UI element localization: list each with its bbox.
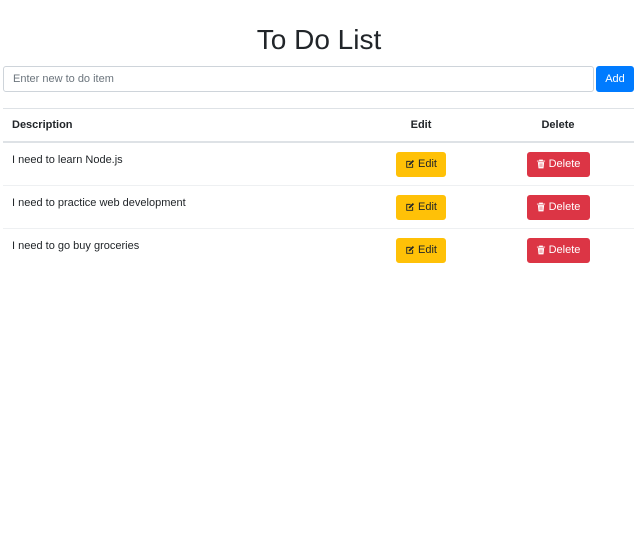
todo-description: I need to learn Node.js: [12, 154, 123, 166]
trash-icon: [536, 245, 546, 255]
edit-label: Edit: [418, 201, 437, 213]
header-delete: Delete: [541, 119, 575, 131]
table-header: Description Edit Delete: [3, 109, 634, 143]
delete-label: Delete: [548, 201, 581, 213]
todo-page: To Do List Add Description Edit Delete I…: [0, 0, 638, 537]
pencil-square-icon: [405, 159, 415, 169]
todo-table: Description Edit Delete I need to learn …: [3, 108, 634, 271]
todo-description: I need to practice web development: [12, 197, 186, 209]
trash-icon: [536, 202, 546, 212]
edit-label: Edit: [418, 158, 437, 170]
add-button[interactable]: Add: [596, 66, 634, 92]
delete-label: Delete: [548, 244, 581, 256]
table-row: I need to learn Node.js Edit Delete: [3, 143, 634, 186]
page-title: To Do List: [256, 24, 382, 55]
edit-button[interactable]: Edit: [396, 151, 446, 177]
edit-label: Edit: [418, 244, 437, 256]
trash-icon: [536, 159, 546, 169]
delete-button[interactable]: Delete: [526, 194, 590, 220]
pencil-square-icon: [405, 245, 415, 255]
todo-description: I need to go buy groceries: [12, 240, 140, 252]
table-row: I need to go buy groceries Edit Delete: [3, 229, 634, 271]
header-description: Description: [12, 119, 73, 131]
delete-button[interactable]: Delete: [526, 151, 590, 177]
delete-button[interactable]: Delete: [526, 237, 590, 263]
pencil-square-icon: [405, 202, 415, 212]
add-item-form: Add: [3, 66, 634, 92]
delete-label: Delete: [548, 158, 581, 170]
table-row: I need to practice web development Edit …: [3, 186, 634, 229]
edit-button[interactable]: Edit: [396, 237, 446, 263]
edit-button[interactable]: Edit: [396, 194, 446, 220]
new-todo-input[interactable]: [3, 66, 594, 92]
header-edit: Edit: [410, 119, 432, 131]
